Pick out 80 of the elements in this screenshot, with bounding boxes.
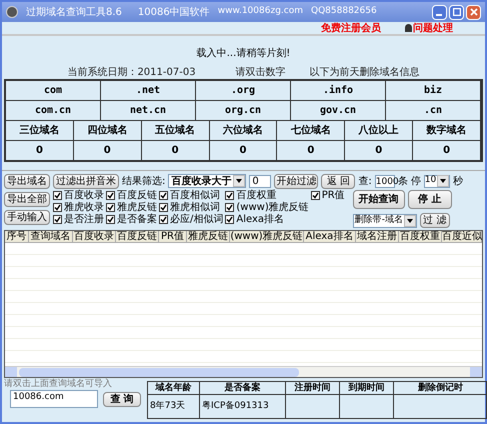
register-link[interactable]: 免费注册会员 <box>321 20 381 36</box>
count-cell[interactable]: 0 <box>142 141 210 160</box>
column-header: 删除倒记时 <box>394 382 487 394</box>
info-text: 以下为前天删除域名信息 <box>310 66 420 77</box>
query-label: 查: <box>358 174 372 188</box>
start-filter-button[interactable]: 开始过滤 <box>274 174 318 188</box>
checkbox-label: 百度权重 <box>236 188 276 202</box>
stop-button[interactable]: 停 止 <box>408 190 452 209</box>
column-header: 六位域名 <box>210 121 278 140</box>
tld-cell[interactable]: org.cn <box>196 101 291 120</box>
export-button[interactable]: 手动输入 <box>4 210 50 225</box>
tld-cell[interactable]: .org <box>196 81 291 100</box>
column-header: 八位以上 <box>345 121 414 140</box>
column-header: 三位域名 <box>6 121 74 140</box>
table-cell: 8年73天 <box>148 395 200 418</box>
filter-dropdown[interactable]: 百度收录大于 <box>168 174 246 188</box>
count-cell[interactable]: 0 <box>413 141 481 160</box>
checkbox-label: 雅虎收录 <box>64 200 104 214</box>
tld-cell[interactable]: net.cn <box>101 101 196 120</box>
seconds-dropdown[interactable]: 10 <box>424 174 450 188</box>
count-cell[interactable]: 0 <box>277 141 346 160</box>
export-button[interactable]: 导出域名 <box>4 174 50 189</box>
column-header[interactable]: PR值 <box>159 231 187 242</box>
checkbox-label: 雅虎反链 <box>117 200 157 214</box>
checkbox-label: PR值 <box>322 189 345 203</box>
unit-label: 条 <box>398 174 408 188</box>
filter-button[interactable]: 过 滤 <box>420 213 450 228</box>
count-cell[interactable]: 0 <box>6 141 74 160</box>
domain-input[interactable]: 10086.com <box>10 390 98 408</box>
checkbox-label: Alexa排名 <box>236 212 284 227</box>
stop-label: 停 <box>410 174 421 188</box>
qq-number: QQ858882656 <box>311 5 377 18</box>
hint-text: 请双击上面查询域名可导入 <box>4 378 113 390</box>
column-header[interactable]: 查询域名 <box>29 231 73 242</box>
tld-cell[interactable]: .info <box>291 81 386 100</box>
pinyin-filter-button[interactable]: 过滤出拼音米 <box>53 174 119 188</box>
column-header: 注册时间 <box>286 382 340 394</box>
start-query-button[interactable]: 开始查询 <box>352 190 405 209</box>
number-field[interactable]: 0 <box>249 174 272 188</box>
publisher-name: 10086中国软件 <box>138 6 210 20</box>
window-title: 过期域名查询工具8.6 <box>26 6 122 20</box>
count-cell[interactable]: 0 <box>345 141 414 160</box>
tld-cell[interactable]: .net <box>101 81 196 100</box>
column-header[interactable]: 雅虎反链 <box>187 231 230 242</box>
checkbox-label: 百度反链 <box>117 188 157 202</box>
column-header: 七位域名 <box>277 121 346 140</box>
back-button[interactable]: 返 回 <box>321 174 356 188</box>
filter-label: 结果筛选: <box>122 174 166 188</box>
checkbox-label: 是否注册 <box>64 212 104 227</box>
checkbox-label: 雅虎相似词 <box>170 200 220 214</box>
tld-cell[interactable]: com <box>6 81 101 100</box>
column-header: 五位域名 <box>142 121 210 140</box>
column-header[interactable]: Alexa排名 <box>304 231 356 242</box>
checkbox-label: 必应/相似词 <box>170 212 224 227</box>
seconds-label: 秒 <box>452 174 463 188</box>
query-button[interactable]: 查 询 <box>103 392 141 406</box>
help-link[interactable]: 问题处理 <box>413 20 453 36</box>
loading-text: 载入中...请稍等片刻! <box>196 46 292 60</box>
export-button[interactable]: 导出全部 <box>4 192 50 207</box>
count-cell[interactable]: 0 <box>210 141 278 160</box>
table-cell: 粤ICP备091313 <box>200 395 286 418</box>
count-cell[interactable]: 0 <box>74 141 142 160</box>
column-header: 四位域名 <box>74 121 142 140</box>
checkbox-label: (www)雅虎反链 <box>236 200 309 214</box>
tld-cell[interactable]: gov.cn <box>291 101 386 120</box>
checkbox-label: 百度收录 <box>64 188 104 202</box>
tld-cell[interactable]: biz <box>386 81 481 100</box>
checkbox-label: 是否备案 <box>117 212 157 227</box>
info-text: 请双击数字 <box>236 66 286 77</box>
column-header: 到期时间 <box>340 382 394 394</box>
column-header[interactable]: (www)雅虎反链 <box>230 231 304 242</box>
tld-cell[interactable]: com.cn <box>6 101 101 120</box>
checkbox-label: 百度相似词 <box>170 188 220 202</box>
column-header: 是否备案 <box>200 382 286 394</box>
website-text: www.10086zg.com <box>218 5 303 18</box>
delete-dropdown[interactable]: 删除带-域名 <box>352 214 417 228</box>
column-header: 数字域名 <box>413 121 481 140</box>
tld-cell[interactable]: .cn <box>386 101 481 120</box>
info-text: 当前系统日期：2011-07-03 <box>67 66 196 77</box>
column-header: 域名年龄 <box>148 382 200 394</box>
